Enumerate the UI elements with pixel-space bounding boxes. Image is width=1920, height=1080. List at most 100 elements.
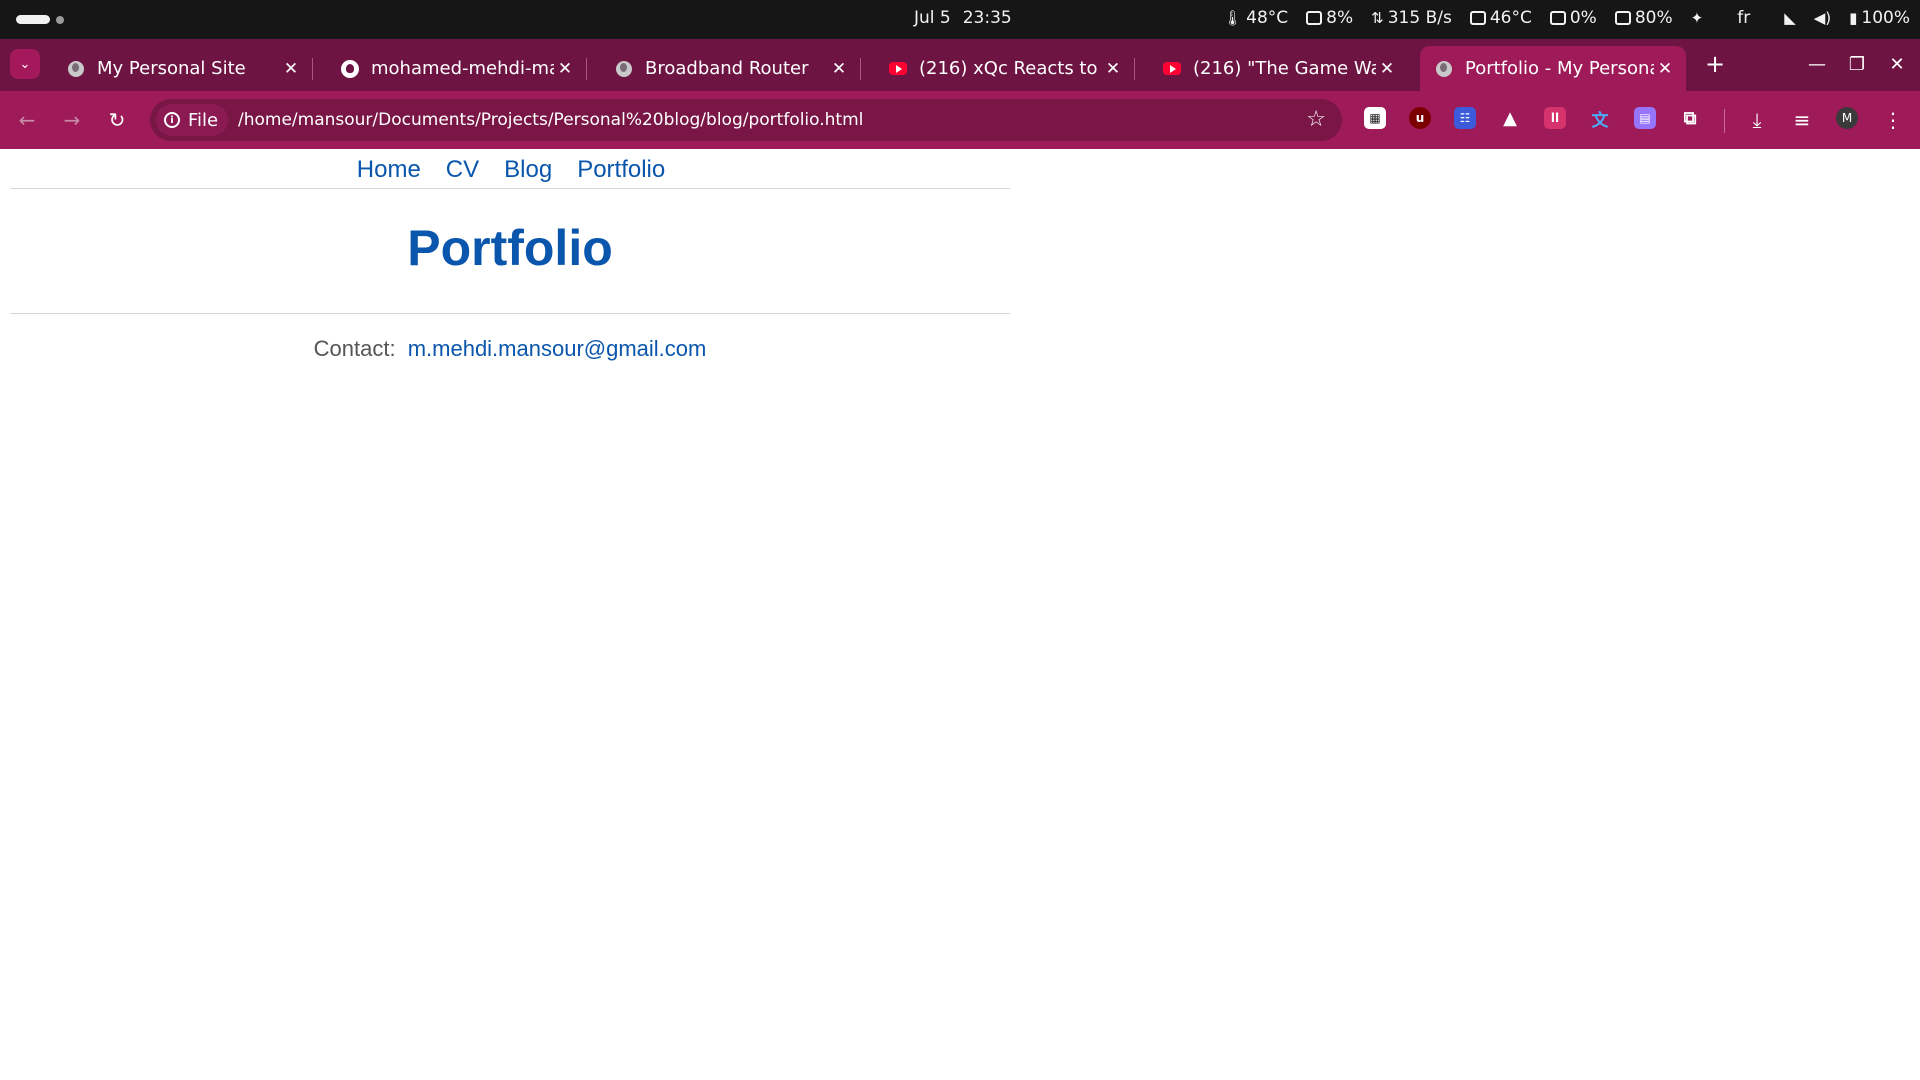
gpu-icon	[1469, 11, 1486, 25]
clock-time: 23:35	[962, 8, 1012, 28]
site-nav: Home CV Blog Portfolio	[10, 149, 1010, 189]
gpu-usage-indicator[interactable]: 0%	[1549, 8, 1597, 28]
forward-button[interactable]: →	[57, 105, 87, 135]
bookmark-star-icon[interactable]: ☆	[1306, 107, 1326, 132]
network-indicator[interactable]: ⇅ 315 B/s	[1371, 8, 1452, 28]
extensions-puzzle-icon[interactable]: ⧉	[1679, 107, 1701, 129]
content-divider	[10, 313, 1010, 314]
nav-link-blog[interactable]: Blog	[504, 156, 552, 188]
tab-broadband-router[interactable]: Broadband Router ✕	[600, 46, 861, 91]
battery-indicator[interactable]: ▮ 100%	[1849, 8, 1910, 28]
table-extension-icon[interactable]: ☷	[1454, 107, 1476, 129]
globe-icon	[1435, 60, 1453, 78]
tab-youtube-game[interactable]: (216) "The Game Was ✕	[1148, 46, 1408, 91]
chevron-down-icon: ⌄	[19, 56, 31, 72]
contact-line: Contact: m.mehdi.mansour@gmail.com	[10, 336, 1010, 362]
nav-link-cv[interactable]: CV	[446, 156, 479, 188]
network-speed-value: 315 B/s	[1387, 8, 1452, 28]
thermometer-icon: 🌡	[1223, 9, 1243, 27]
reload-icon: ↻	[108, 108, 126, 132]
cpu-temp-indicator[interactable]: 🌡 48°C	[1223, 8, 1288, 28]
web-page-content: Home CV Blog Portfolio Portfolio Contact…	[0, 149, 1920, 1080]
arrow-right-icon: →	[63, 108, 81, 132]
memory-icon	[1614, 11, 1631, 25]
url-text[interactable]: /home/mansour/Documents/Projects/Persona…	[238, 110, 863, 130]
close-icon[interactable]: ✕	[554, 58, 576, 80]
tab-title: (216) xQc Reacts to 5(	[919, 58, 1102, 79]
youtube-icon	[1163, 60, 1181, 78]
ublock-origin-icon[interactable]: u	[1409, 107, 1431, 129]
mountain-extension-icon[interactable]: ▲	[1499, 107, 1521, 129]
memory-indicator[interactable]: 80%	[1614, 8, 1673, 28]
clock[interactable]: Jul 5 23:35	[914, 8, 1012, 28]
volume-icon: ◀)	[1813, 9, 1832, 27]
cpu-icon	[1306, 11, 1323, 25]
media-controls-button[interactable]: ≡	[1787, 105, 1817, 135]
toolbar-separator	[1724, 109, 1725, 133]
tab-github-repo[interactable]: mohamed-mehdi-man ✕	[326, 46, 587, 91]
reload-button[interactable]: ↻	[102, 105, 132, 135]
close-icon[interactable]: ✕	[280, 58, 302, 80]
nav-link-portfolio[interactable]: Portfolio	[577, 156, 665, 188]
browser-menu-button[interactable]: ⋮	[1878, 105, 1908, 135]
playlist-icon: ≡	[1793, 108, 1811, 132]
tab-separator	[860, 58, 861, 80]
keyboard-layout-indicator[interactable]: fr	[1737, 8, 1750, 28]
nav-link-home[interactable]: Home	[357, 156, 421, 188]
tab-youtube-xqc[interactable]: (216) xQc Reacts to 5( ✕	[874, 46, 1135, 91]
close-icon[interactable]: ✕	[1102, 58, 1124, 80]
workspace-dot	[56, 15, 64, 24]
system-tray[interactable]: 🌡 48°C 8% ⇅ 315 B/s 46°C 0% 80% ✦ fr ◣ ◀…	[1209, 8, 1910, 28]
profile-avatar[interactable]: M	[1836, 107, 1858, 129]
wifi-indicator[interactable]: ◣	[1784, 9, 1796, 27]
new-tab-button[interactable]: +	[1700, 49, 1730, 79]
tab-title: Broadband Router	[645, 58, 809, 79]
keyboard-layout-value: fr	[1737, 8, 1751, 28]
minimize-button[interactable]: —	[1804, 51, 1830, 77]
site-info-chip[interactable]: i File	[156, 104, 229, 136]
ll-extension-icon[interactable]: ll	[1544, 107, 1566, 129]
gpu-temp-indicator[interactable]: 46°C	[1469, 8, 1532, 28]
tab-separator	[586, 58, 587, 80]
tab-title: Portfolio - My Persona	[1465, 58, 1654, 79]
tab-my-personal-site[interactable]: My Personal Site ✕	[52, 46, 313, 91]
address-bar[interactable]: i File /home/mansour/Documents/Projects/…	[150, 99, 1342, 141]
scheme-label: File	[188, 109, 219, 131]
tab-separator	[312, 58, 313, 80]
contact-label: Contact:	[313, 336, 396, 361]
close-window-button[interactable]: ✕	[1884, 51, 1910, 77]
restore-button[interactable]: ❐	[1844, 51, 1870, 77]
youtube-icon	[889, 60, 907, 78]
accessibility-menu[interactable]: ✦	[1691, 9, 1704, 27]
kebab-menu-icon: ⋮	[1883, 108, 1903, 132]
volume-indicator[interactable]: ◀)	[1814, 9, 1831, 27]
qr-code-extension-icon[interactable]: ▦	[1364, 107, 1386, 129]
close-icon: ✕	[1889, 53, 1905, 75]
close-icon[interactable]: ✕	[828, 58, 850, 80]
activities-indicator[interactable]	[16, 15, 64, 24]
translate-extension-icon[interactable]: 文	[1589, 107, 1611, 131]
close-icon[interactable]: ✕	[1654, 58, 1676, 80]
tab-separator	[1134, 58, 1135, 80]
globe-icon	[615, 60, 633, 78]
browser-toolbar: ← → ↻ i File /home/mansour/Documents/Pro…	[0, 91, 1920, 149]
downloads-button[interactable]: ⤓	[1742, 105, 1772, 135]
info-icon: i	[164, 112, 180, 128]
tab-portfolio[interactable]: Portfolio - My Persona ✕	[1420, 46, 1686, 91]
network-arrows-icon: ⇅	[1371, 9, 1384, 27]
cpu-usage-indicator[interactable]: 8%	[1306, 8, 1353, 28]
tab-search-button[interactable]: ⌄	[10, 49, 40, 79]
tab-title: My Personal Site	[97, 58, 246, 79]
github-icon	[341, 59, 359, 78]
cpu-temp-value: 48°C	[1246, 8, 1289, 28]
tab-title: (216) "The Game Was	[1193, 58, 1376, 79]
plus-icon: +	[1704, 50, 1726, 78]
close-icon[interactable]: ✕	[1376, 58, 1398, 80]
battery-value: 100%	[1861, 8, 1910, 28]
browser-tab-strip: ⌄ My Personal Site ✕ mohamed-mehdi-man ✕…	[0, 39, 1920, 91]
contact-email-link[interactable]: m.mehdi.mansour@gmail.com	[408, 336, 707, 361]
clipboard-extension-icon[interactable]: ▤	[1634, 107, 1656, 129]
back-button[interactable]: ←	[12, 105, 42, 135]
system-top-bar: Jul 5 23:35 🌡 48°C 8% ⇅ 315 B/s 46°C 0% …	[0, 0, 1920, 39]
gpu-temp-value: 46°C	[1489, 8, 1532, 28]
